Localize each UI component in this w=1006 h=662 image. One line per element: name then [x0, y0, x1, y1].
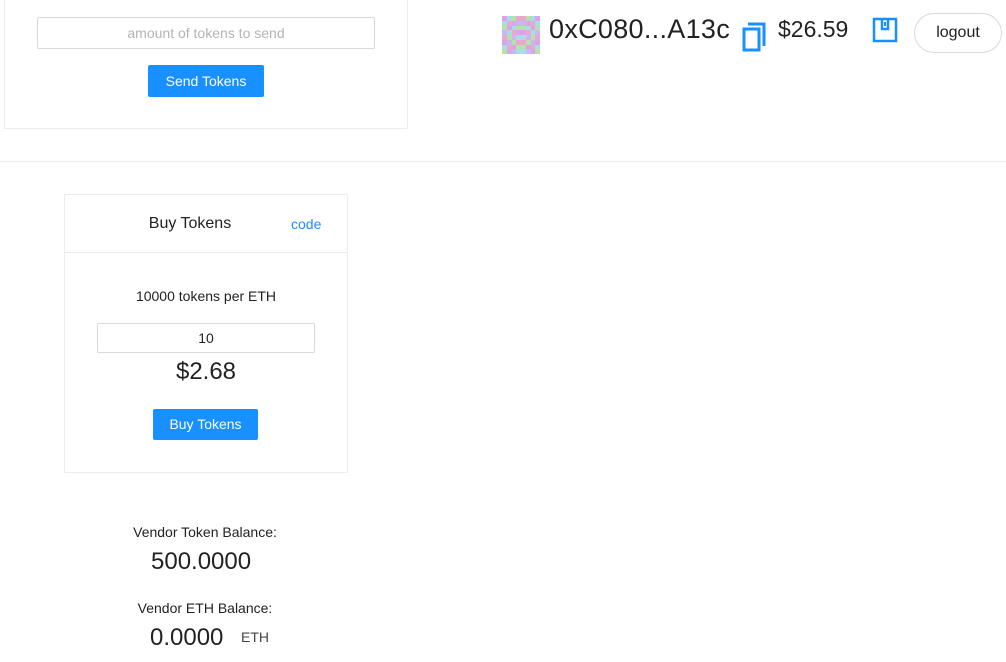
- copy-icon[interactable]: [742, 22, 768, 52]
- account-balance: $26.59: [778, 16, 849, 42]
- vendor-eth-balance-label: Vendor ETH Balance:: [137, 600, 273, 616]
- wallet-icon[interactable]: [872, 17, 898, 43]
- buy-card-header: Buy Tokens code: [65, 195, 347, 253]
- vendor-token-balance-value: 500.0000: [151, 548, 252, 575]
- account-avatar: [502, 16, 540, 54]
- token-rate-text: 10000 tokens per ETH: [135, 288, 277, 304]
- section-divider: [0, 161, 1006, 162]
- send-tokens-card: Send Tokens: [4, 0, 408, 129]
- buy-tokens-button[interactable]: Buy Tokens: [153, 409, 258, 440]
- eth-unit-label: ETH: [241, 629, 269, 645]
- buy-card-title: Buy Tokens: [148, 215, 232, 232]
- buy-cost-value: $2.68: [175, 358, 237, 385]
- logout-button[interactable]: logout: [914, 13, 1002, 53]
- code-link[interactable]: code: [291, 216, 321, 232]
- vendor-eth-balance-value: 0.0000: [150, 624, 224, 651]
- send-tokens-button[interactable]: Send Tokens: [148, 65, 264, 97]
- send-amount-input[interactable]: [37, 17, 375, 49]
- vendor-token-balance-label: Vendor Token Balance:: [133, 524, 277, 540]
- buy-amount-input[interactable]: [97, 323, 315, 353]
- account-address: 0xC080...A13c: [549, 14, 731, 44]
- buy-tokens-card: Buy Tokens code 10000 tokens per ETH $2.…: [64, 194, 348, 473]
